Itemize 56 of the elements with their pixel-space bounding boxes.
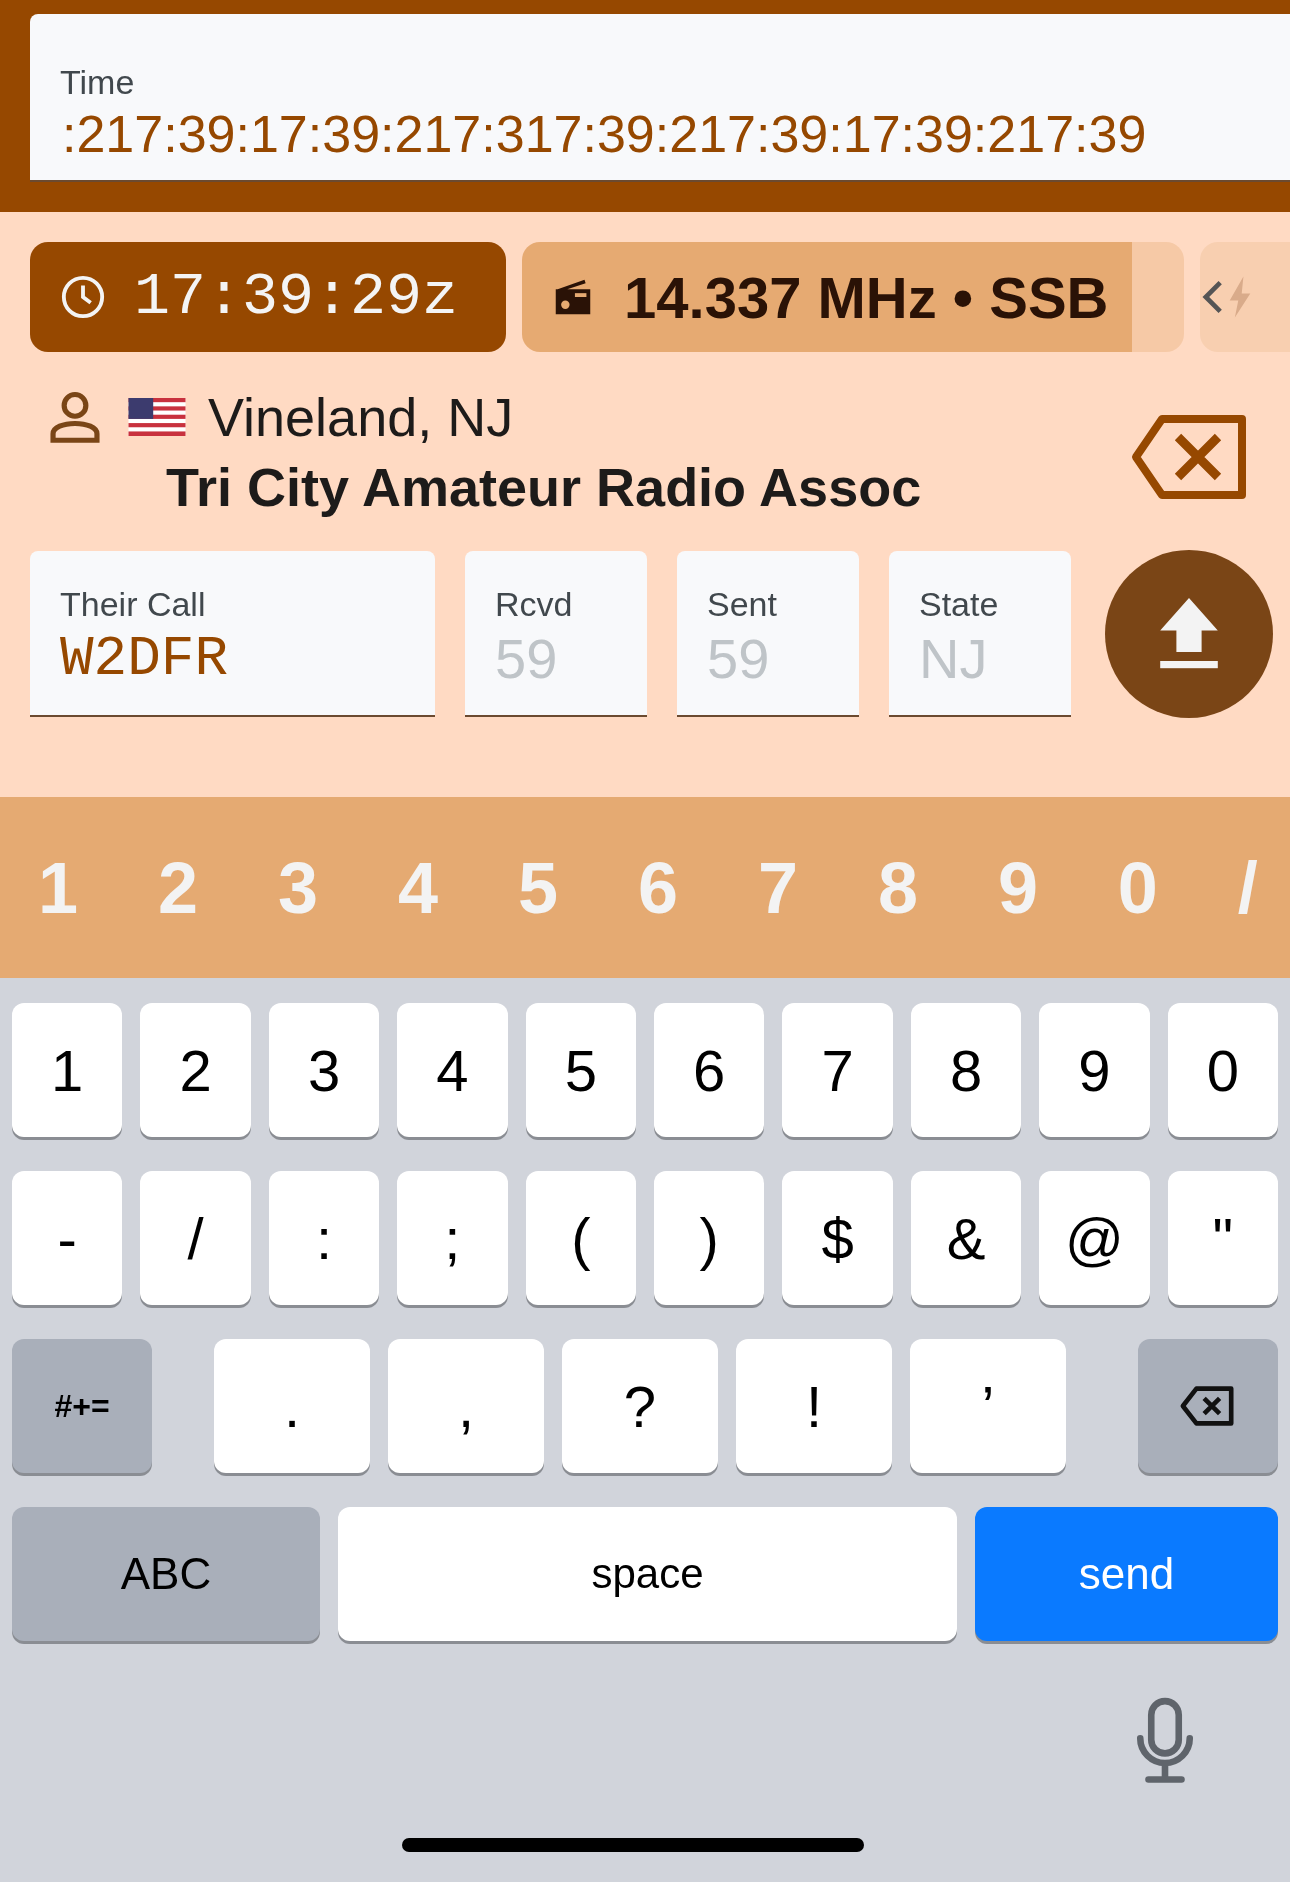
frequency-chip[interactable]: 14.337 MHz • SSB [522,242,1184,352]
lightning-icon [1228,275,1252,319]
field-placeholder: 59 [707,626,770,692]
backspace-key[interactable] [1138,1339,1278,1473]
input-field[interactable]: Rcvd 59 [465,551,647,717]
input-field[interactable]: Sent 59 [677,551,859,717]
keyboard-key[interactable]: #+= [12,1339,152,1473]
space-key[interactable]: space [338,1507,957,1641]
keyboard-key[interactable]: ? [562,1339,718,1473]
frequency-mode: 14.337 MHz • SSB [624,263,1109,331]
field-placeholder: NJ [919,626,988,692]
keyboard-key[interactable]: 0 [1167,1003,1279,1137]
utc-time: 17:39:29z [134,263,459,331]
keyboard-key[interactable]: " [1167,1171,1279,1305]
field-label: State [919,584,999,625]
keyboard-key[interactable]: ; [397,1171,508,1305]
keyboard-key[interactable]: 5 [525,1003,637,1137]
keyboard-key[interactable]: . [214,1339,370,1473]
keyboard-key[interactable]: 8 [910,1003,1022,1137]
clock-icon [60,274,106,320]
keyboard-key[interactable]: & [910,1171,1022,1305]
keyboard-key[interactable]: ) [654,1171,765,1305]
chevron-left-icon [1202,279,1224,315]
keyboard-key[interactable]: 1 [12,1003,123,1137]
keyboard-key[interactable]: ! [736,1339,892,1473]
time-field[interactable]: Time :217:39:17:39:217:317:39:217:39:17:39:217:39 [30,14,1290,182]
club-name: Tri City Amateur Radio Assoc [166,456,922,518]
keyboard-key[interactable]: 2 [140,1003,251,1137]
keyboard-key[interactable]: @ [1039,1171,1150,1305]
field-label: Time [60,62,135,102]
keyboard-key[interactable]: ’ [910,1339,1066,1473]
field-label: Their Call [60,584,206,625]
keyboard-key[interactable]: 6 [654,1003,765,1137]
clock-chip[interactable]: 17:39:29z [30,242,506,352]
field-placeholder: 59 [495,626,558,692]
keyboard-key[interactable]: - [12,1171,123,1305]
field-value: W2DFR [60,626,229,693]
backspace-icon [1179,1384,1237,1428]
flag-icon [128,398,186,436]
keyboard-key[interactable]: 3 [268,1003,380,1137]
field-label: Rcvd [495,584,573,625]
keyboard-key[interactable]: , [388,1339,544,1473]
input-field[interactable]: State NJ [889,551,1071,717]
keyboard-key[interactable]: / [140,1171,251,1305]
keyboard-key[interactable]: : [268,1171,380,1305]
send-key[interactable]: send [975,1507,1278,1641]
keyboard-key[interactable]: $ [782,1171,893,1305]
field-value: :217:39:17:39:217:317:39:217:39:17:39:217:39 [62,104,1147,165]
location-text: Vineland, NJ [208,386,514,448]
keyboard-key[interactable]: 4 [397,1003,508,1137]
keyboard-key[interactable]: ( [525,1171,637,1305]
keyboard-key[interactable]: ABC [12,1507,320,1641]
field-label: Sent [707,584,777,625]
keyboard-key[interactable]: 9 [1039,1003,1150,1137]
input-field[interactable]: Their Call W2DFR [30,551,435,717]
keyboard-key[interactable]: 7 [782,1003,893,1137]
